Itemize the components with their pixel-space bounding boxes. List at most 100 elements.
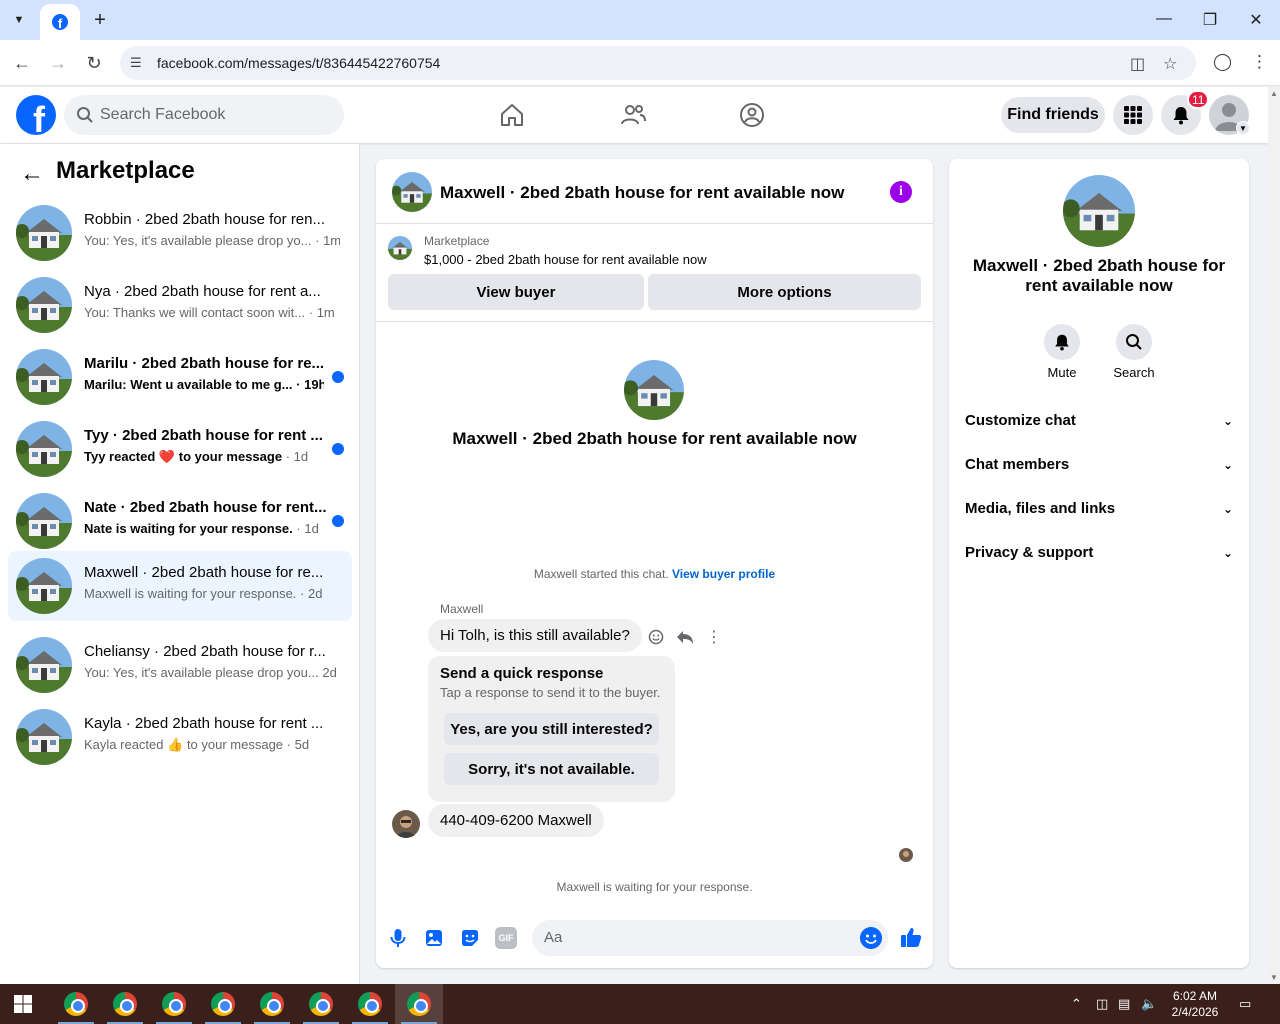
volume-icon[interactable]: 🔈 (1141, 996, 1157, 1012)
house-avatar (16, 349, 72, 405)
tab-search-chevron-icon[interactable]: ▼ (8, 9, 30, 31)
close-window-button[interactable]: ✕ (1246, 10, 1266, 30)
search-facebook-input[interactable]: Search Facebook (64, 95, 344, 135)
conversation-item[interactable]: Cheliansy · 2bed 2bath house for r... Yo… (8, 630, 352, 700)
listing-summary[interactable]: $1,000 - 2bed 2bath house for rent avail… (424, 252, 707, 267)
message-actions: ⋮ (648, 627, 728, 647)
groups-icon[interactable] (738, 101, 766, 129)
conversation-name: Tyy · 2bed 2bath house for rent ... (84, 427, 323, 444)
conversation-item[interactable]: Nate · 2bed 2bath house for rent... Nate… (8, 486, 352, 556)
tray-device-icon[interactable]: ◫ (1096, 996, 1108, 1012)
browser-toolbar: ← → ↻ ☰ facebook.com/messages/t/83644542… (0, 40, 1280, 86)
sticker-icon[interactable] (459, 927, 481, 949)
unread-indicator (332, 515, 344, 527)
tray-overflow-icon[interactable]: ⌃ (1071, 996, 1082, 1012)
media-files-links-section[interactable]: Media, files and links ⌄ (965, 500, 1233, 524)
house-avatar (16, 558, 72, 614)
search-placeholder: Search Facebook (100, 106, 226, 123)
chat-avatar[interactable] (392, 172, 432, 212)
view-buyer-profile-link[interactable]: View buyer profile (672, 567, 775, 581)
chat-details-panel: Maxwell · 2bed 2bath house for rent avai… (949, 159, 1249, 968)
friends-icon[interactable] (619, 101, 647, 129)
react-icon[interactable] (648, 629, 664, 645)
gif-icon[interactable]: GIF (495, 927, 517, 949)
windows-start-icon[interactable] (14, 995, 32, 1013)
restore-button[interactable]: ❐ (1200, 10, 1220, 30)
reload-button[interactable]: ↻ (83, 52, 105, 74)
search-icon (1126, 334, 1142, 350)
browser-menu-icon[interactable]: ⋮ (1251, 52, 1268, 72)
more-actions-icon[interactable]: ⋮ (706, 627, 722, 647)
chat-members-section[interactable]: Chat members ⌄ (965, 456, 1233, 480)
menu-grid-button[interactable] (1113, 95, 1153, 135)
thumbs-up-reaction-icon: 👍 (167, 737, 184, 752)
more-options-button[interactable]: More options (648, 274, 921, 310)
emoji-icon[interactable] (860, 927, 882, 949)
network-icon[interactable]: ▤ (1118, 996, 1130, 1012)
forward-button[interactable]: → (47, 52, 69, 74)
site-info-icon[interactable]: ☰ (130, 55, 146, 71)
taskbar-chrome-app[interactable] (101, 984, 149, 1024)
house-avatar (16, 709, 72, 765)
notification-center-icon[interactable]: ▭ (1239, 996, 1251, 1012)
account-chevron-icon[interactable]: ▼ (1236, 121, 1250, 135)
install-app-icon[interactable]: ◫ (1130, 54, 1145, 74)
conversation-preview: Marilu: Went u available to me g... · 19… (84, 377, 324, 392)
quick-reply-no-button[interactable]: Sorry, it's not available. (444, 753, 659, 785)
search-chat-button[interactable] (1116, 324, 1152, 360)
view-buyer-button[interactable]: View buyer (388, 274, 644, 310)
mute-button[interactable] (1044, 324, 1080, 360)
minimize-button[interactable]: — (1154, 10, 1174, 28)
microphone-icon[interactable] (387, 927, 409, 949)
windows-taskbar: ⌃ ◫ ▤ 🔈 6:02 AM 2/4/2026 ▭ (0, 984, 1280, 1024)
system-clock[interactable]: 6:02 AM 2/4/2026 (1168, 988, 1222, 1020)
conversation-preview: Tyy reacted ❤️ to your message · 1d (84, 449, 309, 464)
conversation-preview: Nate is waiting for your response. · 1d (84, 521, 319, 536)
thumbs-up-send-icon[interactable] (899, 925, 923, 949)
info-icon[interactable]: i (890, 181, 912, 203)
taskbar-chrome-app-active[interactable] (395, 984, 443, 1024)
message-input[interactable]: Aa (532, 920, 888, 956)
taskbar-chrome-app[interactable] (346, 984, 394, 1024)
photo-icon[interactable] (423, 927, 445, 949)
quick-reply-yes-button[interactable]: Yes, are you still interested? (444, 713, 659, 745)
find-friends-button[interactable]: Find friends (1001, 97, 1105, 133)
chat-title[interactable]: Maxwell · 2bed 2bath house for rent avai… (440, 183, 844, 203)
conversation-item[interactable]: Nya · 2bed 2bath house for rent a... You… (8, 270, 352, 340)
message-bubble[interactable]: 440-409-6200 Maxwell (428, 804, 604, 837)
sidebar-title: Marketplace (56, 157, 195, 184)
taskbar-chrome-app[interactable] (297, 984, 345, 1024)
home-icon[interactable] (498, 101, 526, 129)
page-scrollbar[interactable]: ▲ ▼ (1268, 87, 1280, 984)
clock-time: 6:02 AM (1172, 989, 1218, 1003)
profile-icon[interactable]: ◯ (1213, 52, 1232, 72)
house-avatar (16, 205, 72, 261)
chat-started-notice: Maxwell started this chat. View buyer pr… (533, 567, 776, 581)
taskbar-chrome-app[interactable] (150, 984, 198, 1024)
message-bubble[interactable]: Hi Tolh, is this still available? (428, 619, 642, 652)
back-arrow-icon[interactable]: ← (20, 160, 44, 188)
taskbar-chrome-app[interactable] (52, 984, 100, 1024)
conversation-item[interactable]: Tyy · 2bed 2bath house for rent ... Tyy … (8, 414, 352, 484)
bookmark-star-icon[interactable]: ☆ (1163, 54, 1177, 74)
address-bar[interactable]: ☰ facebook.com/messages/t/83644542276075… (120, 46, 1196, 80)
new-tab-button[interactable]: + (88, 8, 112, 32)
conversation-item[interactable]: Kayla · 2bed 2bath house for rent ... Ka… (8, 702, 352, 772)
conversation-item[interactable]: Marilu · 2bed 2bath house for re... Mari… (8, 342, 352, 412)
taskbar-chrome-app[interactable] (248, 984, 296, 1024)
facebook-logo-icon[interactable]: f (16, 95, 56, 135)
customize-chat-section[interactable]: Customize chat ⌄ (965, 412, 1233, 436)
conversation-item[interactable]: Robbin · 2bed 2bath house for ren... You… (8, 198, 352, 268)
buyer-avatar[interactable] (392, 810, 420, 838)
taskbar-chrome-app[interactable] (199, 984, 247, 1024)
conversation-name: Marilu · 2bed 2bath house for re... (84, 355, 325, 372)
browser-tab-facebook[interactable]: f (40, 4, 80, 40)
reply-icon[interactable] (676, 629, 694, 645)
mute-label: Mute (1047, 365, 1077, 380)
back-button[interactable]: ← (11, 52, 33, 74)
url-text[interactable]: facebook.com/messages/t/836445422760754 (157, 55, 440, 71)
divider (376, 321, 933, 322)
conversation-item-active[interactable]: Maxwell · 2bed 2bath house for re... Max… (8, 551, 352, 621)
privacy-support-section[interactable]: Privacy & support ⌄ (965, 544, 1233, 568)
conversation-preview: You: Thanks we will contact soon wit... … (84, 305, 335, 320)
